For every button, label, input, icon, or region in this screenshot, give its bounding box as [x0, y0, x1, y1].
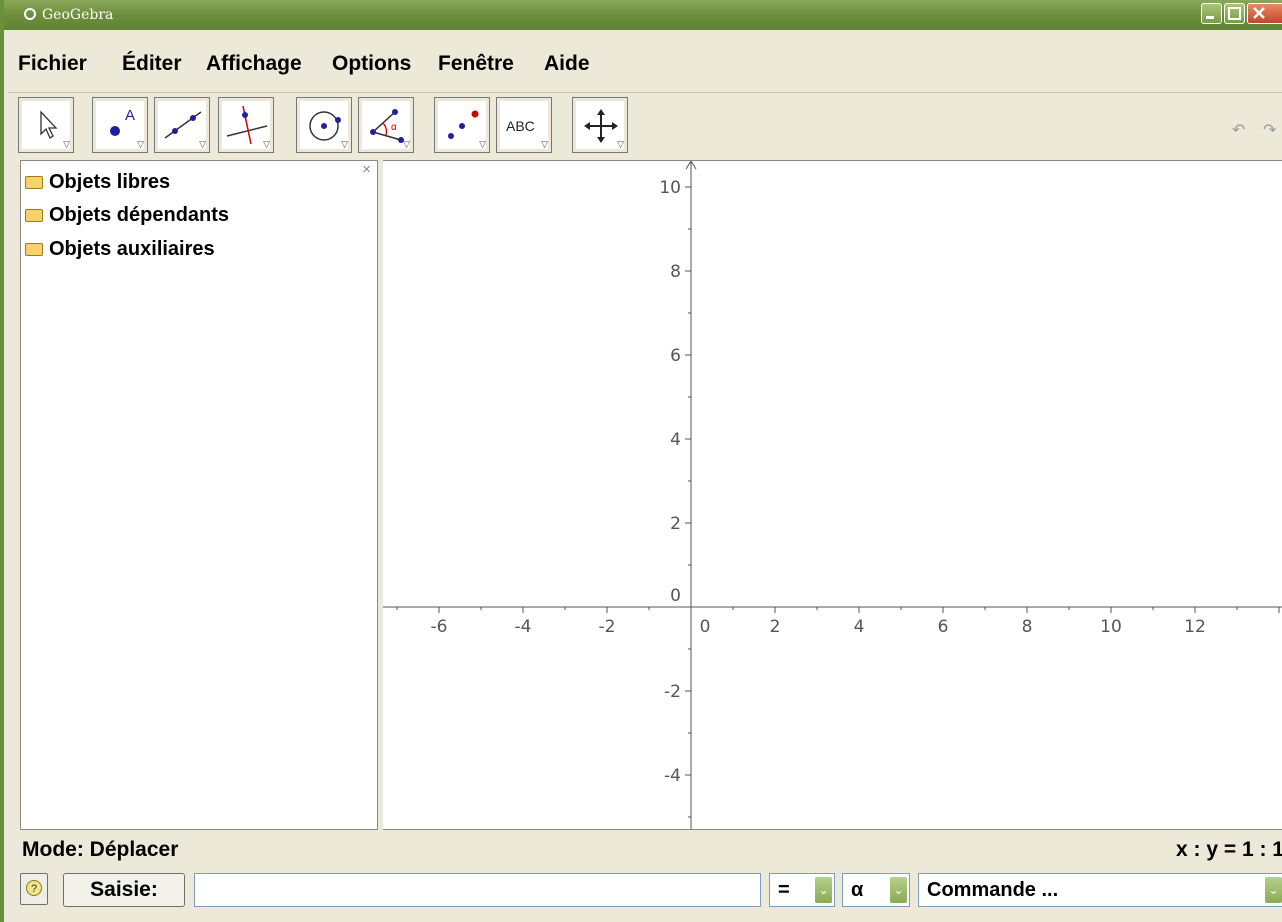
x-tick-label: 8 — [1022, 617, 1033, 637]
folder-dependent-objects[interactable]: Objets dépendants — [25, 204, 229, 227]
folder-free-objects[interactable]: Objets libres — [25, 171, 170, 194]
y-tick-label: 2 — [670, 514, 681, 534]
y-tick-label: 8 — [670, 262, 681, 282]
x-tick-label: -6 — [431, 617, 448, 637]
saisie-button[interactable]: Saisie: — [63, 873, 185, 907]
menu-affichage[interactable]: Affichage — [206, 52, 302, 76]
folder-icon — [25, 176, 43, 189]
menu-editer[interactable]: Éditer — [122, 52, 182, 76]
move-tool-button[interactable]: ▽ — [18, 97, 74, 153]
x-tick-label: 4 — [854, 617, 865, 637]
x-tick-label: 10 — [1100, 617, 1122, 637]
close-algebra-icon[interactable]: × — [362, 161, 371, 178]
window-title: GeoGebra — [42, 7, 114, 23]
folder-icon — [25, 209, 43, 222]
point-tool-button[interactable]: A ▽ — [92, 97, 148, 153]
toolbar-separator — [8, 92, 1282, 93]
svg-text:ABC: ABC — [506, 118, 535, 134]
minimize-button[interactable] — [1201, 3, 1222, 24]
x-tick-label: 12 — [1184, 617, 1206, 637]
svg-text:A: A — [125, 107, 135, 124]
greek-combo[interactable]: α ⌄ — [842, 873, 910, 907]
perpendicular-tool-button[interactable]: ▽ — [218, 97, 274, 153]
svg-text:α: α — [391, 122, 397, 133]
input-bar: ? Saisie: = ⌄ α ⌄ Commande ... ⌄ — [20, 870, 1282, 914]
menu-aide[interactable]: Aide — [544, 52, 590, 76]
x-tick-label: -4 — [515, 617, 532, 637]
geogebra-app-icon — [24, 8, 36, 20]
title-bar: GeoGebra — [4, 0, 1282, 30]
menu-fichier[interactable]: Fichier — [18, 52, 87, 76]
command-combo[interactable]: Commande ... ⌄ — [918, 873, 1282, 907]
x-tick-label: -2 — [599, 617, 616, 637]
line-tool-button[interactable]: ▽ — [154, 97, 210, 153]
close-button[interactable] — [1247, 3, 1282, 24]
y-tick-label: 4 — [670, 430, 681, 450]
dropdown-triangle-icon: ▽ — [63, 139, 70, 149]
x-tick-label: 0 — [700, 617, 711, 637]
coordinate-axes: -6 -4 -2 0 2 4 6 8 10 12 10 8 6 4 2 0 -2 -4 — [383, 161, 1282, 829]
menu-fenetre[interactable]: Fenêtre — [438, 52, 514, 76]
y-tick-label: -2 — [664, 682, 681, 702]
maximize-button[interactable] — [1224, 3, 1245, 24]
y-tick-label: 10 — [659, 178, 681, 198]
status-bar: Mode: Déplacer x : y = 1 : 1 — [22, 838, 1282, 866]
input-help-button[interactable]: ? — [20, 873, 48, 905]
circle-tool-button[interactable]: ▽ — [296, 97, 352, 153]
folder-auxiliary-objects[interactable]: Objets auxiliaires — [25, 238, 215, 261]
angle-tool-button[interactable]: α ▽ — [358, 97, 414, 153]
input-field[interactable] — [194, 873, 761, 907]
mode-label: Mode: Déplacer — [22, 838, 179, 861]
geogebra-window: GeoGebra Fichier Éditer Affichage Option… — [0, 0, 1282, 922]
y-tick-label: -4 — [664, 766, 681, 786]
reflect-tool-button[interactable]: ▽ — [434, 97, 490, 153]
symbol-combo[interactable]: = ⌄ — [769, 873, 835, 907]
chevron-down-icon: ⌄ — [815, 877, 832, 903]
menu-options[interactable]: Options — [332, 52, 411, 76]
folder-icon — [25, 243, 43, 256]
y-tick-label: 6 — [670, 346, 681, 366]
algebra-view: × Objets libres Objets dépendants Objets… — [20, 160, 378, 830]
undo-icon[interactable]: ↶ — [1232, 120, 1245, 140]
chevron-down-icon: ⌄ — [890, 877, 907, 903]
x-tick-label: 6 — [938, 617, 949, 637]
help-icon: ? — [26, 880, 42, 896]
y-tick-label: 0 — [670, 586, 681, 606]
graphics-view[interactable]: -6 -4 -2 0 2 4 6 8 10 12 10 8 6 4 2 0 -2 -4 — [383, 160, 1282, 830]
x-tick-label: 2 — [770, 617, 781, 637]
redo-icon[interactable]: ↷ — [1263, 120, 1276, 140]
chevron-down-icon: ⌄ — [1265, 877, 1282, 903]
axis-ratio-label: x : y = 1 : 1 — [1176, 838, 1282, 861]
move-view-tool-button[interactable]: ▽ — [572, 97, 628, 153]
text-tool-button[interactable]: ABC ▽ — [496, 97, 552, 153]
